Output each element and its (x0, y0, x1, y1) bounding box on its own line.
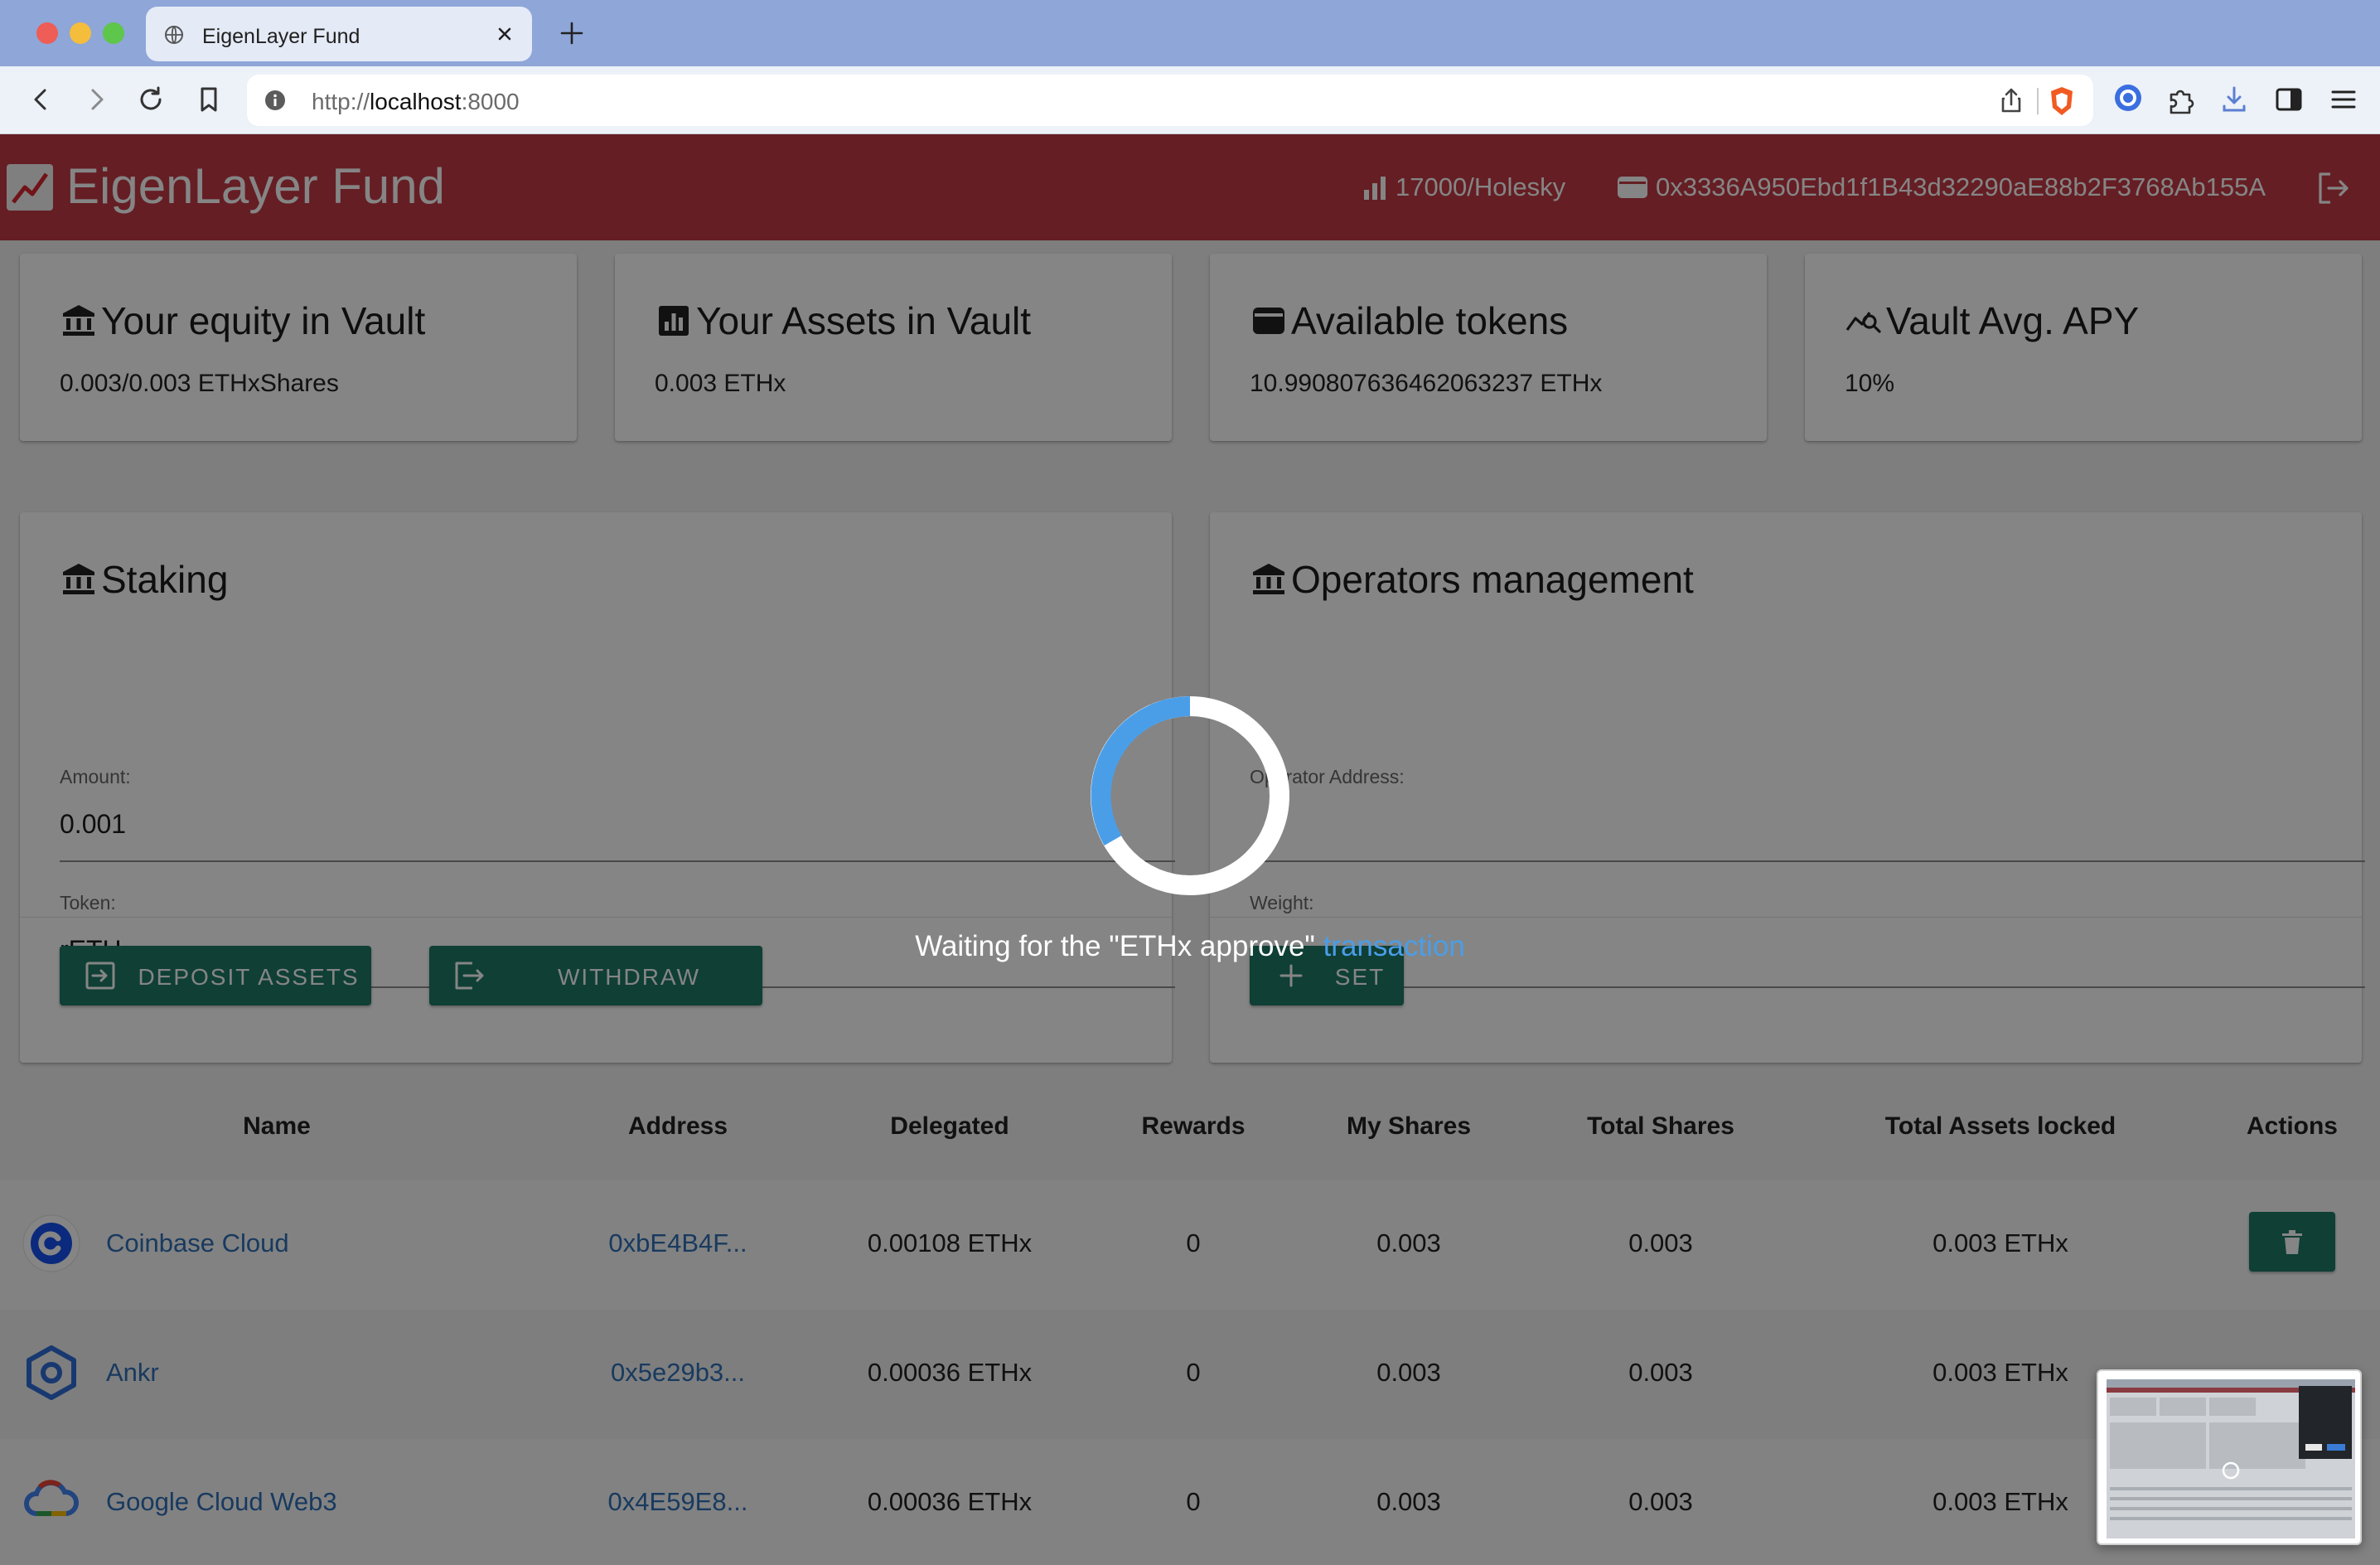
window-zoom-button[interactable] (103, 22, 124, 44)
transaction-link[interactable]: transaction (1323, 930, 1465, 962)
loading-spinner (1091, 696, 1289, 895)
reload-icon[interactable] (134, 83, 167, 116)
browser-tab[interactable]: EigenLayer Fund (146, 7, 532, 61)
bookmark-icon[interactable] (192, 83, 225, 116)
brave-shields-icon[interactable] (2045, 85, 2078, 118)
back-icon[interactable] (25, 83, 58, 116)
close-tab-icon[interactable] (492, 22, 517, 46)
globe-icon (164, 25, 184, 45)
app-root: EigenLayer Fund 17000/Holesky 0x3336A950… (0, 134, 2380, 1565)
loading-overlay: Waiting for the "ETHx approve" transacti… (0, 134, 2380, 1565)
menu-icon[interactable] (2327, 83, 2360, 116)
sidebar-icon[interactable] (2272, 83, 2305, 116)
share-icon[interactable] (1997, 86, 2025, 114)
screenshot-thumbnail[interactable] (2097, 1369, 2362, 1545)
browser-toolbar: http://localhost:8000 (0, 66, 2380, 134)
site-info-icon[interactable] (264, 89, 287, 112)
window-minimize-button[interactable] (70, 22, 91, 44)
browser-tab-bar: EigenLayer Fund (0, 0, 2380, 66)
tab-title: EigenLayer Fund (202, 25, 360, 48)
window-close-button[interactable] (36, 22, 58, 44)
address-bar-divider (2037, 88, 2039, 114)
forward-icon[interactable] (80, 83, 113, 116)
download-icon[interactable] (2218, 83, 2251, 116)
thumbnail-preview (2107, 1379, 2355, 1538)
url-text[interactable]: http://localhost:8000 (312, 89, 520, 115)
loading-message-text: Waiting for the "ETHx approve" (915, 930, 1315, 962)
extensions-puzzle-icon[interactable] (2165, 83, 2198, 116)
new-tab-icon[interactable] (557, 18, 587, 48)
extension-circle-icon[interactable] (2112, 81, 2145, 114)
address-bar[interactable]: http://localhost:8000 (247, 75, 2093, 126)
loading-message: Waiting for the "ETHx approve" transacti… (0, 930, 2380, 963)
